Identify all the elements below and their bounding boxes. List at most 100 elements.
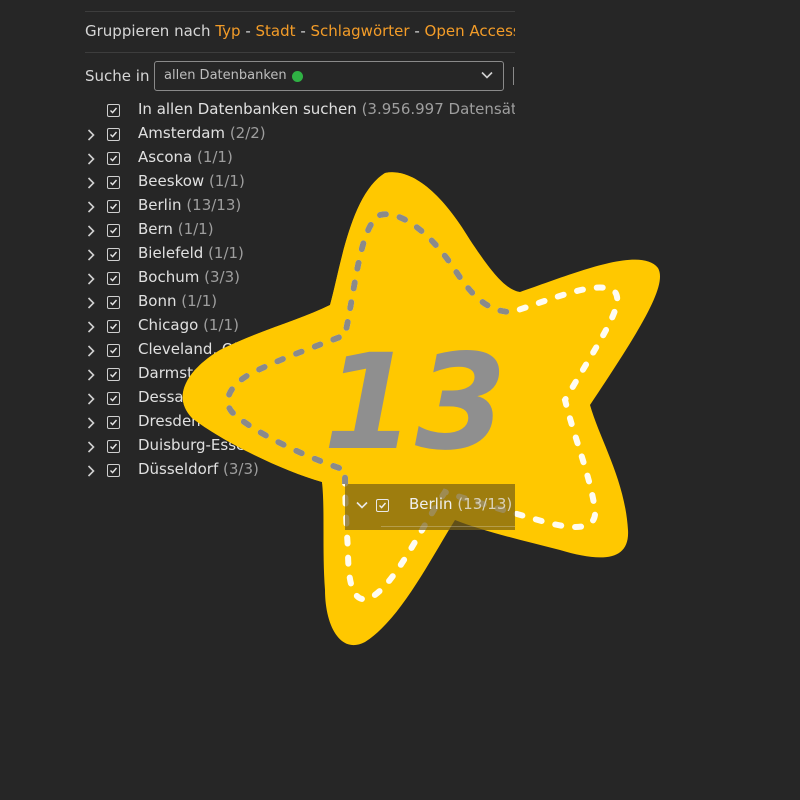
tree-row-label: Bochum (3/3) — [138, 268, 240, 286]
tree-row[interactable]: Dresden (2/2) — [85, 411, 515, 435]
tree-row-text: Düsseldorf — [138, 460, 219, 478]
chevron-right-icon[interactable] — [85, 441, 97, 453]
tree-row-text: Dessau — [138, 388, 194, 406]
tree-row[interactable]: Cleveland, Ohio (1/1) — [85, 339, 515, 363]
checkbox[interactable] — [107, 128, 120, 141]
checkbox[interactable] — [107, 272, 120, 285]
tree-row-count: (1/1) — [208, 172, 245, 190]
tree-row[interactable]: Chicago (1/1) — [85, 315, 515, 339]
chevron-right-icon[interactable] — [85, 273, 97, 285]
chevron-right-icon[interactable] — [85, 129, 97, 141]
group-by-bar: Gruppieren nach Typ - Stadt - Schlagwört… — [85, 22, 515, 44]
search-scope-row: Suche in allen Datenbanken — [85, 61, 515, 91]
chevron-down-icon — [481, 71, 493, 79]
database-select[interactable]: allen Datenbanken — [154, 61, 504, 91]
tree-row-count: (1/1) — [177, 220, 214, 238]
group-by-option-typ[interactable]: Typ — [215, 22, 240, 40]
group-by-option-stadt[interactable]: Stadt — [256, 22, 296, 40]
tree-row-label: Cleveland, Ohio (1/1) — [138, 340, 297, 358]
chevron-right-icon[interactable] — [85, 249, 97, 261]
separator: - — [414, 22, 420, 40]
tree-row[interactable]: Berlin (13/13) — [85, 195, 515, 219]
chevron-right-icon[interactable] — [85, 297, 97, 309]
tree-row-label: Bern (1/1) — [138, 220, 214, 238]
tree-row[interactable]: Bielefeld (1/1) — [85, 243, 515, 267]
checkbox[interactable] — [107, 368, 120, 381]
tree-row-text: Bonn — [138, 292, 177, 310]
tree-row-text: Bielefeld — [138, 244, 204, 262]
tree-row[interactable]: Bonn (1/1) — [85, 291, 515, 315]
tree-row-count: (13/13) — [186, 196, 242, 214]
group-by-option-open-access[interactable]: Open Access — [425, 22, 515, 40]
tree-row-label: In allen Datenbanken suchen (3.956.997 D… — [138, 100, 515, 118]
chevron-right-icon[interactable] — [85, 417, 97, 429]
chevron-right-icon[interactable] — [85, 393, 97, 405]
tree-row-count: (1/1) — [196, 148, 233, 166]
tree-row-label: Beeskow (1/1) — [138, 172, 245, 190]
tree-row-count: (1/1) — [222, 364, 259, 382]
checkbox[interactable] — [107, 152, 120, 165]
chevron-right-icon[interactable] — [85, 177, 97, 189]
checkbox[interactable] — [107, 392, 120, 405]
chevron-right-icon[interactable] — [85, 369, 97, 381]
checkbox[interactable] — [107, 464, 120, 477]
facet-tree: In allen Datenbanken suchen (3.956.997 D… — [85, 99, 515, 483]
tree-row[interactable]: Bochum (3/3) — [85, 267, 515, 291]
checkbox[interactable] — [107, 176, 120, 189]
group-by-option-schlagwoerter[interactable]: Schlagwörter — [311, 22, 410, 40]
tree-row-text: Ascona — [138, 148, 193, 166]
checkbox[interactable] — [107, 344, 120, 357]
tree-row-text: Beeskow — [138, 172, 205, 190]
checkbox[interactable] — [107, 224, 120, 237]
tree-row[interactable]: Düsseldorf (3/3) — [85, 459, 515, 483]
tree-row[interactable]: Darmstadt (1/1) — [85, 363, 515, 387]
tree-row[interactable]: Dessau (1/1) — [85, 387, 515, 411]
tree-row[interactable]: Duisburg-Essen (1/1) — [85, 435, 515, 459]
group-by-label: Gruppieren nach — [85, 22, 211, 40]
checkbox[interactable] — [107, 416, 120, 429]
chevron-right-icon[interactable] — [85, 321, 97, 333]
checkbox[interactable] — [107, 320, 120, 333]
tree-row-label: Düsseldorf (3/3) — [138, 460, 259, 478]
tree-row[interactable]: Beeskow (1/1) — [85, 171, 515, 195]
tree-row-count: (3/3) — [204, 268, 240, 286]
tree-row-count: (1/1) — [208, 244, 244, 262]
chevron-down-icon — [356, 501, 368, 509]
tree-row-label: Berlin (13/13) — [138, 196, 241, 214]
tree-row-count: (1/1) — [203, 316, 239, 334]
tree-row-count: (1/1) — [259, 436, 296, 454]
tree-row-count: (1/1) — [181, 292, 218, 310]
checkbox[interactable] — [107, 296, 120, 309]
facet-panel: Gruppieren nach Typ - Stadt - Schlagwört… — [85, 0, 515, 800]
chevron-right-icon[interactable] — [85, 153, 97, 165]
tree-row-count: (2/2) — [205, 412, 242, 430]
checkbox[interactable] — [107, 200, 120, 213]
drag-preview-label: Berlin (13/13) — [409, 495, 512, 513]
tree-row-label: Duisburg-Essen (1/1) — [138, 436, 295, 454]
chevron-right-icon[interactable] — [85, 225, 97, 237]
checkbox[interactable] — [107, 248, 120, 261]
tree-row-count: (1/1) — [261, 340, 298, 358]
tree-row-label: Ascona (1/1) — [138, 148, 233, 166]
chevron-right-icon[interactable] — [85, 201, 97, 213]
checkbox[interactable] — [107, 440, 120, 453]
tree-row-text: In allen Datenbanken suchen — [138, 100, 357, 118]
tree-row[interactable]: Ascona (1/1) — [85, 147, 515, 171]
tree-row-text: Bern — [138, 220, 173, 238]
tree-row-text: Bochum — [138, 268, 200, 286]
checkbox[interactable] — [107, 104, 120, 117]
tree-row-text: Duisburg-Essen — [138, 436, 255, 454]
tree-row-label: Amsterdam (2/2) — [138, 124, 266, 142]
chevron-right-icon[interactable] — [85, 345, 97, 357]
tree-row-text: Dresden — [138, 412, 201, 430]
tree-row-text: Berlin — [138, 196, 182, 214]
tree-row-text: Cleveland, Ohio — [138, 340, 257, 358]
chevron-right-icon[interactable] — [85, 465, 97, 477]
tree-row-count: (3.956.997 Datensätze) — [361, 100, 515, 118]
tree-row[interactable]: Amsterdam (2/2) — [85, 123, 515, 147]
tree-row[interactable]: Bern (1/1) — [85, 219, 515, 243]
tree-row-text: Darmstadt — [138, 364, 218, 382]
tree-row-count: (1/1) — [197, 388, 234, 406]
drag-preview-berlin: Berlin (13/13) — [345, 484, 515, 530]
tree-row-all[interactable]: In allen Datenbanken suchen (3.956.997 D… — [85, 99, 515, 123]
